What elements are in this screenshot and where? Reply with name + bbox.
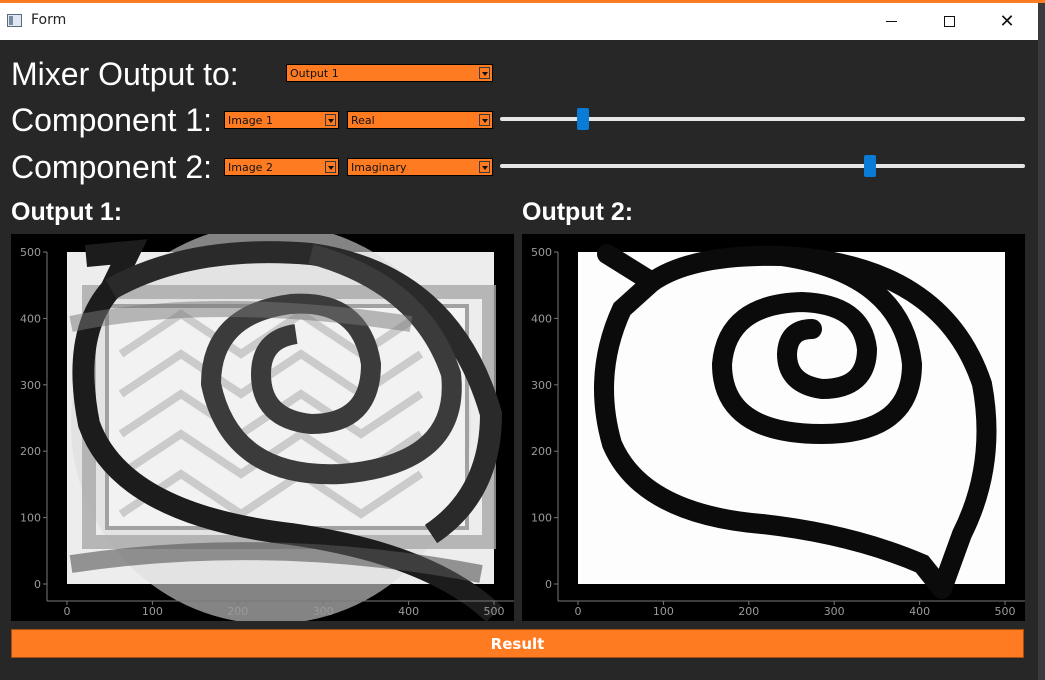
minimize-button[interactable] [862, 3, 920, 40]
output2-plot[interactable]: 0 100 200 300 400 500 0 100 200 300 400 500 [522, 234, 1025, 621]
component1-label: Component 1: [11, 102, 213, 138]
mixer-output-label: Mixer Output to: [11, 56, 239, 92]
x-tick-label: 500 [484, 605, 505, 618]
component1-mode-select[interactable]: Real [347, 111, 493, 129]
y-tick-label: 100 [531, 512, 552, 525]
chevron-down-icon [479, 114, 490, 126]
chevron-down-icon [325, 161, 336, 173]
x-tick-label: 400 [398, 605, 419, 618]
component1-image-select[interactable]: Image 1 [224, 111, 339, 129]
component2-ratio-slider[interactable] [500, 155, 1025, 177]
y-tick-label: 400 [531, 312, 552, 325]
maximize-icon [943, 16, 955, 27]
y-tick-label: 200 [20, 445, 41, 458]
window-title: Form [31, 12, 67, 28]
component2-mode-select[interactable]: Imaginary [347, 158, 493, 176]
result-button[interactable]: Result [11, 629, 1024, 658]
y-tick-label: 500 [20, 246, 41, 259]
close-button[interactable]: ✕ [978, 3, 1036, 40]
maximize-button[interactable] [920, 3, 978, 40]
x-tick-label: 0 [575, 605, 582, 618]
y-tick-label: 0 [545, 578, 552, 591]
y-tick-label: 200 [531, 445, 552, 458]
y-tick-label: 400 [20, 312, 41, 325]
component2-mode-value: Imaginary [351, 161, 407, 174]
y-tick-label: 100 [20, 512, 41, 525]
mixer-output-value: Output 1 [290, 67, 339, 80]
x-tick-label: 200 [738, 605, 759, 618]
x-tick-label: 400 [909, 605, 930, 618]
output1-plot[interactable]: 0 100 200 300 400 500 0 100 200 300 400 500 [11, 234, 514, 621]
x-tick-label: 200 [227, 605, 248, 618]
x-tick-label: 100 [142, 605, 163, 618]
y-tick-label: 0 [34, 578, 41, 591]
x-tick-label: 100 [653, 605, 674, 618]
slider-handle[interactable] [576, 108, 589, 130]
x-tick-label: 300 [824, 605, 845, 618]
mixer-output-select[interactable]: Output 1 [286, 64, 493, 82]
slider-groove [500, 164, 1025, 168]
component2-image-select[interactable]: Image 2 [224, 158, 339, 176]
window-right-edge [1038, 3, 1045, 680]
component1-image-value: Image 1 [228, 114, 273, 127]
component2-image-value: Image 2 [228, 161, 273, 174]
app-window-icon [7, 14, 22, 27]
x-tick-label: 0 [64, 605, 71, 618]
minimize-icon [885, 21, 897, 22]
chevron-down-icon [325, 114, 336, 126]
component1-ratio-slider[interactable] [500, 108, 1025, 130]
y-tick-label: 500 [531, 246, 552, 259]
output1-label: Output 1: [11, 198, 123, 226]
x-tick-label: 300 [313, 605, 334, 618]
component1-mode-value: Real [351, 114, 375, 127]
close-icon: ✕ [999, 10, 1015, 32]
x-tick-label: 500 [995, 605, 1016, 618]
slider-handle[interactable] [864, 155, 877, 177]
output2-label: Output 2: [522, 198, 634, 226]
output1-mixed-image [69, 234, 503, 621]
chevron-down-icon [479, 67, 490, 79]
component2-label: Component 2: [11, 149, 213, 185]
chevron-down-icon [479, 161, 490, 173]
y-tick-label: 300 [531, 379, 552, 392]
title-bar: Form ✕ [0, 3, 1038, 40]
y-tick-label: 300 [20, 379, 41, 392]
